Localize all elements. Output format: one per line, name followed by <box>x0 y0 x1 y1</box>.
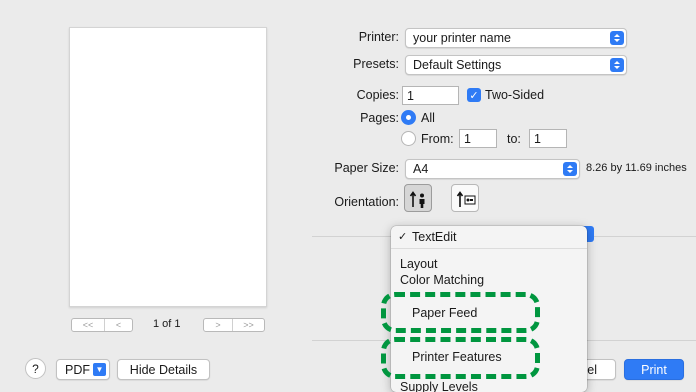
printer-select[interactable]: your printer name <box>405 28 627 48</box>
menu-item-color-matching[interactable]: Color Matching <box>400 273 484 287</box>
printer-label: Printer: <box>358 30 399 44</box>
pages-to-label: to: <box>507 132 521 146</box>
menu-item-textedit[interactable]: TextEdit <box>412 230 456 244</box>
paper-dimensions: 8.26 by 11.69 inches <box>586 162 687 174</box>
orientation-portrait-button[interactable] <box>404 184 432 212</box>
prev-page-button[interactable]: < <box>105 319 132 331</box>
menu-divider <box>391 248 587 249</box>
printer-features-highlight <box>381 337 540 379</box>
menu-check-icon: ✓ <box>398 231 408 243</box>
pages-to-input[interactable]: 1 <box>529 129 567 148</box>
help-button[interactable]: ? <box>25 358 46 379</box>
presets-label: Presets: <box>353 57 399 71</box>
chevron-updown-icon <box>563 162 577 176</box>
pages-all-label: All <box>421 111 435 125</box>
paper-size-label: Paper Size: <box>334 161 399 175</box>
last-page-button[interactable]: >> <box>233 319 264 331</box>
first-page-button[interactable]: << <box>72 319 105 331</box>
two-sided-checkbox[interactable]: ✓ <box>467 88 481 102</box>
pages-label: Pages: <box>360 111 399 125</box>
pages-from-radio[interactable] <box>401 131 416 146</box>
presets-select[interactable]: Default Settings <box>405 55 627 75</box>
chevron-updown-icon <box>610 31 624 45</box>
copies-input[interactable]: 1 <box>402 86 459 105</box>
chevron-updown-icon <box>610 58 624 72</box>
pages-all-radio[interactable] <box>401 110 416 125</box>
two-sided-label: Two-Sided <box>485 88 545 102</box>
preview-nav-back[interactable]: << < <box>71 318 133 332</box>
menu-item-layout[interactable]: Layout <box>400 257 438 271</box>
orientation-landscape-button[interactable] <box>451 184 479 212</box>
hide-details-button[interactable]: Hide Details <box>117 359 210 380</box>
copies-label: Copies: <box>356 88 399 102</box>
next-page-button[interactable]: > <box>204 319 234 331</box>
pdf-label: PDF <box>65 362 90 377</box>
pdf-menu-button[interactable]: PDF ▼ <box>56 359 110 380</box>
print-button[interactable]: Print <box>624 359 684 380</box>
paper-feed-highlight <box>381 292 540 333</box>
paper-size-value: A4 <box>413 162 429 176</box>
preview-nav-forward[interactable]: > >> <box>203 318 265 332</box>
portrait-orientation-icon <box>409 191 425 208</box>
pages-from-input[interactable]: 1 <box>459 129 497 148</box>
orientation-label: Orientation: <box>334 195 399 209</box>
pages-from-label: From: <box>421 132 454 146</box>
presets-value: Default Settings <box>413 58 502 72</box>
menu-item-supply-levels[interactable]: Supply Levels <box>400 380 478 392</box>
chevron-down-icon: ▼ <box>93 363 106 376</box>
printer-value: your printer name <box>413 31 511 45</box>
paper-size-select[interactable]: A4 <box>405 159 580 179</box>
landscape-orientation-icon <box>456 191 476 207</box>
page-indicator: 1 of 1 <box>153 318 181 330</box>
